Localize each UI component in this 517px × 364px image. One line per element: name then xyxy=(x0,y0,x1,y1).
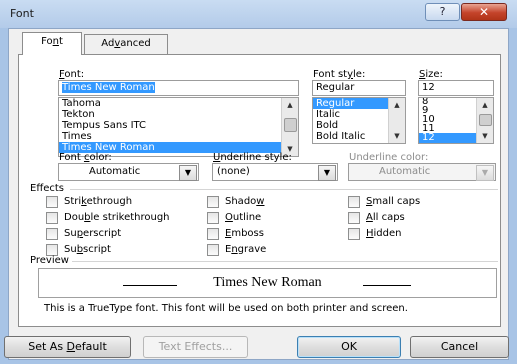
effects-heading: Effects xyxy=(30,183,64,194)
underline-style-select[interactable]: (none) ▼ xyxy=(212,163,338,181)
size-list-scrollbar[interactable]: ▲ ▼ xyxy=(476,98,493,143)
small-caps-label: Small caps xyxy=(366,196,421,207)
size-input[interactable]: 12 xyxy=(418,80,494,96)
scroll-thumb[interactable] xyxy=(479,114,492,126)
superscript-checkbox[interactable] xyxy=(46,228,58,240)
hidden-checkbox[interactable] xyxy=(348,228,360,240)
shadow-label: Shadow xyxy=(225,196,265,207)
superscript-label: Superscript xyxy=(64,228,122,239)
scroll-down-icon[interactable]: ▼ xyxy=(389,129,405,143)
preview-sample: Times New Roman xyxy=(213,275,322,290)
emboss-label: Emboss xyxy=(225,228,264,239)
underline-color-select: Automatic ▼ xyxy=(348,163,496,181)
font-input[interactable]: Times New Roman xyxy=(58,80,299,96)
tab-advanced-label: Advanced xyxy=(101,38,151,49)
font-color-select[interactable]: Automatic ▼ xyxy=(58,163,199,181)
size-label: Size: xyxy=(419,69,443,80)
preview-heading: Preview xyxy=(30,255,69,266)
font-style-input[interactable]: Regular xyxy=(312,80,406,96)
size-list[interactable]: 8 9 10 11 12 ▲ ▼ xyxy=(418,97,494,144)
set-as-default-button[interactable]: Set As Default xyxy=(4,336,131,358)
underline-style-value: (none) xyxy=(217,166,250,177)
tab-advanced[interactable]: Advanced xyxy=(84,34,168,54)
scroll-up-icon[interactable]: ▲ xyxy=(389,98,405,112)
double-strikethrough-label: Double strikethrough xyxy=(64,212,170,223)
preview-rule-right xyxy=(363,285,411,286)
font-color-label: Font color: xyxy=(59,152,112,163)
font-item[interactable]: Tekton xyxy=(59,109,298,120)
effects-divider xyxy=(70,189,498,190)
outline-checkbox[interactable] xyxy=(207,212,219,224)
close-button[interactable]: ✕ xyxy=(461,3,507,21)
scroll-down-icon[interactable]: ▼ xyxy=(477,129,493,143)
all-caps-checkbox[interactable] xyxy=(348,212,360,224)
font-color-value: Automatic xyxy=(89,166,141,177)
outline-label: Outline xyxy=(225,212,262,223)
hidden-label: Hidden xyxy=(366,228,402,239)
close-icon: ✕ xyxy=(478,5,490,19)
preview-note: This is a TrueType font. This font will … xyxy=(44,303,408,314)
font-list-scrollbar[interactable]: ▲ ▼ xyxy=(281,98,298,156)
tab-font-label: Font xyxy=(41,36,63,47)
chevron-down-icon: ▼ xyxy=(476,165,494,181)
scroll-up-icon[interactable]: ▲ xyxy=(477,98,493,112)
emboss-checkbox[interactable] xyxy=(207,228,219,240)
chevron-down-icon[interactable]: ▼ xyxy=(318,165,336,181)
preview-divider xyxy=(72,261,498,262)
underline-color-value: Automatic xyxy=(379,166,431,177)
shadow-checkbox[interactable] xyxy=(207,196,219,208)
all-caps-label: All caps xyxy=(366,212,405,223)
underline-style-label: Underline style: xyxy=(213,152,292,163)
font-style-list[interactable]: Regular Italic Bold Bold Italic ▲ ▼ xyxy=(312,97,406,144)
font-item[interactable]: Times xyxy=(59,131,298,142)
font-item[interactable]: Tempus Sans ITC xyxy=(59,120,298,131)
chevron-down-icon[interactable]: ▼ xyxy=(179,165,197,181)
ok-button[interactable]: OK xyxy=(297,336,401,358)
scroll-up-icon[interactable]: ▲ xyxy=(282,98,298,112)
help-button[interactable]: ? xyxy=(425,3,460,21)
small-caps-checkbox[interactable] xyxy=(348,196,360,208)
text-effects-button: Text Effects... xyxy=(143,336,248,358)
scroll-thumb[interactable] xyxy=(284,118,297,132)
cancel-button[interactable]: Cancel xyxy=(410,336,509,358)
engrave-label: Engrave xyxy=(225,244,267,255)
style-list-scrollbar[interactable]: ▲ ▼ xyxy=(388,98,405,143)
double-strikethrough-checkbox[interactable] xyxy=(46,212,58,224)
preview-box: Times New Roman xyxy=(38,268,497,298)
font-list[interactable]: Tahoma Tekton Tempus Sans ITC Times Time… xyxy=(58,97,299,157)
font-item[interactable]: Tahoma xyxy=(59,98,298,109)
font-style-label: Font style: xyxy=(313,69,366,80)
window-title: Font xyxy=(10,7,34,20)
engrave-checkbox[interactable] xyxy=(207,244,219,256)
underline-color-label: Underline color: xyxy=(349,152,429,163)
font-label: Font: xyxy=(59,69,85,80)
subscript-label: Subscript xyxy=(64,244,111,255)
strikethrough-label: Strikethrough xyxy=(64,196,133,207)
help-icon: ? xyxy=(439,5,446,18)
tab-font[interactable]: Font xyxy=(22,32,82,55)
strikethrough-checkbox[interactable] xyxy=(46,196,58,208)
